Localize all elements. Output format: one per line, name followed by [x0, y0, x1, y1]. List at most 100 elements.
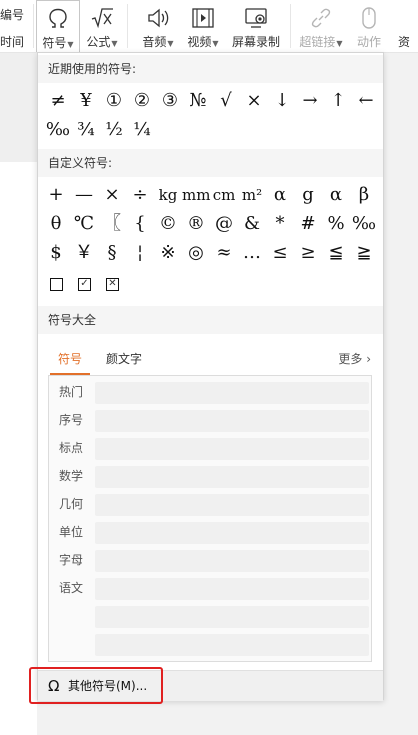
recent-symbols-header: 近期使用的符号:	[38, 55, 383, 83]
custom-symbol-16[interactable]: ©	[154, 210, 182, 238]
chevron-down-icon: ▼	[111, 39, 118, 48]
custom-box-symbol-2[interactable]: ✕	[106, 278, 119, 291]
recent-symbol-14[interactable]: ½	[100, 116, 128, 144]
recent-symbol-5[interactable]: №	[184, 87, 212, 115]
more-link[interactable]: 更多 ›	[338, 345, 371, 373]
video-icon	[190, 5, 216, 31]
recent-symbol-9[interactable]: →	[296, 87, 324, 115]
custom-symbol-25[interactable]: ￥	[70, 239, 98, 267]
custom-symbol-33[interactable]: ≥	[294, 239, 322, 267]
custom-symbol-10[interactable]: α	[322, 181, 350, 209]
action-button-label: 动作	[356, 35, 381, 49]
hyperlink-button-label: 超链接	[299, 35, 336, 49]
recent-symbol-15[interactable]: ¼	[128, 116, 156, 144]
all-symbols-header: 符号大全	[38, 306, 383, 334]
custom-symbol-6[interactable]: cm	[210, 181, 238, 209]
chevron-down-icon: ▼	[336, 39, 343, 48]
symbol-row-placeholder	[95, 438, 369, 460]
resource-button-label: 资	[398, 35, 411, 49]
action-button[interactable]: 动作	[352, 0, 386, 52]
numbering-label-cut[interactable]: 编号	[0, 6, 24, 23]
custom-symbol-13[interactable]: ℃	[70, 210, 98, 238]
symbol-row-placeholder	[95, 578, 369, 600]
custom-symbol-15[interactable]: {	[126, 210, 154, 238]
custom-symbol-20[interactable]: *	[266, 210, 294, 238]
recent-symbol-4[interactable]: ③	[156, 87, 184, 115]
custom-symbol-27[interactable]: ¦	[126, 239, 154, 267]
custom-symbol-35[interactable]: ≧	[350, 239, 378, 267]
symbol-dropdown-panel: 近期使用的符号: ≠ ¥ ① ② ③ № √ × ↓ → ↑ ← ‰ ¾ ½ ¼ 自定义符号: + — × ÷ kg m…	[37, 52, 384, 701]
recent-symbol-3[interactable]: ②	[128, 87, 156, 115]
custom-symbol-3[interactable]: ÷	[126, 181, 154, 209]
custom-symbol-0[interactable]: +	[42, 181, 70, 209]
recent-symbol-8[interactable]: ↓	[268, 87, 296, 115]
custom-symbol-2[interactable]: ×	[98, 181, 126, 209]
annotation-highlight-box	[29, 667, 163, 704]
category-item[interactable]: 数学	[59, 467, 83, 484]
screen-record-button[interactable]: 屏幕录制	[228, 0, 284, 52]
symbol-row-placeholder	[95, 466, 369, 488]
ribbon-toolbar: 编号 时间 符号▼ 公式▼ 音频▼ 视频▼ 屏幕录制 超链接▼ 动作 资	[0, 0, 418, 53]
custom-symbol-17[interactable]: ®	[182, 210, 210, 238]
custom-symbol-24[interactable]: $	[42, 239, 70, 267]
custom-symbol-14[interactable]: 〖	[98, 210, 126, 238]
custom-box-symbol-1[interactable]: ✓	[78, 278, 91, 291]
symbol-row-placeholder	[95, 382, 369, 404]
category-item[interactable]: 热门	[59, 383, 83, 400]
document-page[interactable]	[0, 162, 37, 735]
recent-symbol-13[interactable]: ¾	[72, 116, 100, 144]
custom-symbol-9[interactable]: g	[294, 181, 322, 209]
recent-symbol-6[interactable]: √	[212, 87, 240, 115]
symbol-row-placeholder	[95, 634, 369, 656]
custom-symbol-28[interactable]: ※	[154, 239, 182, 267]
recent-symbol-10[interactable]: ↑	[324, 87, 352, 115]
category-item[interactable]: 几何	[59, 495, 83, 512]
category-item[interactable]: 标点	[59, 439, 83, 456]
recent-symbol-12[interactable]: ‰	[44, 116, 72, 144]
custom-symbol-34[interactable]: ≦	[322, 239, 350, 267]
custom-symbol-26[interactable]: §	[98, 239, 126, 267]
custom-symbol-12[interactable]: θ	[42, 210, 70, 238]
category-item[interactable]: 序号	[59, 411, 83, 428]
custom-symbol-32[interactable]: ≤	[266, 239, 294, 267]
custom-symbol-11[interactable]: β	[350, 181, 378, 209]
symbol-category-list[interactable]: 热门序号标点数学几何单位字母语文	[48, 375, 372, 662]
recent-symbol-1[interactable]: ¥	[72, 87, 100, 115]
custom-symbol-22[interactable]: %	[322, 210, 350, 238]
time-label-cut[interactable]: 时间	[0, 33, 24, 50]
custom-symbol-1[interactable]: —	[70, 181, 98, 209]
custom-symbol-4[interactable]: kg	[154, 181, 182, 209]
custom-symbol-30[interactable]: ≈	[210, 239, 238, 267]
hyperlink-button[interactable]: 超链接▼	[296, 0, 346, 52]
custom-symbols-header: 自定义符号:	[38, 149, 383, 177]
recent-symbol-11[interactable]: ←	[352, 87, 380, 115]
more-link-label: 更多	[338, 352, 363, 366]
symbol-row-placeholder	[95, 550, 369, 572]
custom-symbol-19[interactable]: &	[238, 210, 266, 238]
category-item[interactable]: 字母	[59, 551, 83, 568]
custom-symbol-31[interactable]: …	[238, 239, 266, 267]
category-item[interactable]: 单位	[59, 523, 83, 540]
formula-button[interactable]: 公式▼	[82, 0, 122, 52]
tab-emoticons[interactable]: 颜文字	[106, 345, 142, 373]
recent-symbol-0[interactable]: ≠	[44, 87, 72, 115]
tab-symbols[interactable]: 符号	[50, 345, 90, 375]
recent-symbol-7[interactable]: ×	[240, 87, 268, 115]
category-item[interactable]: 语文	[59, 579, 83, 596]
custom-symbol-18[interactable]: @	[210, 210, 238, 238]
video-button[interactable]: 视频▼	[182, 0, 224, 52]
custom-symbol-29[interactable]: ◎	[182, 239, 210, 267]
custom-symbol-23[interactable]: ‰	[350, 210, 378, 238]
symbol-button[interactable]: 符号▼	[36, 0, 80, 52]
screen-record-icon	[243, 5, 269, 31]
recent-symbol-2[interactable]: ①	[100, 87, 128, 115]
audio-button[interactable]: 音频▼	[136, 0, 180, 52]
custom-box-symbol-0[interactable]	[50, 278, 63, 291]
custom-symbol-21[interactable]: #	[294, 210, 322, 238]
resource-button-cut[interactable]: 资	[398, 0, 418, 52]
custom-symbol-7[interactable]: m²	[238, 181, 266, 209]
audio-button-label: 音频	[142, 35, 167, 49]
custom-symbol-5[interactable]: mm	[182, 181, 210, 209]
chevron-down-icon: ▼	[67, 40, 74, 49]
custom-symbol-8[interactable]: α	[266, 181, 294, 209]
